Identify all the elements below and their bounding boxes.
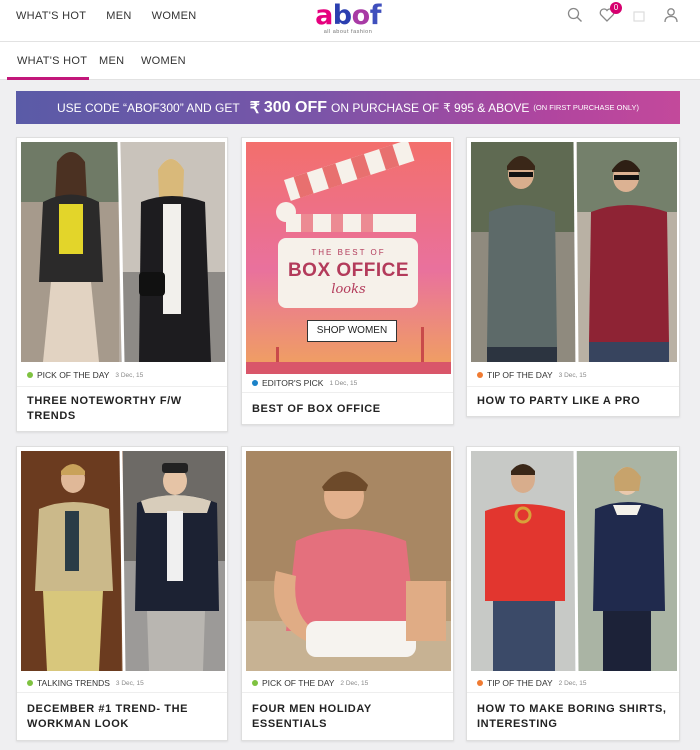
category-dot-icon <box>27 372 33 378</box>
art-line-1: THE BEST OF <box>311 248 386 257</box>
site-header: WHAT'S HOT MEN WOMEN abof all about fash… <box>0 0 700 42</box>
article-title[interactable]: HOW TO PARTY LIKE A PRO <box>477 394 669 409</box>
article-image <box>21 451 225 671</box>
article-card[interactable]: TIP OF THE DAY 3 Dec, 15 HOW TO PARTY LI… <box>466 137 680 417</box>
wishlist-count-badge: 0 <box>610 2 622 14</box>
article-date: 3 Dec, 15 <box>558 371 587 379</box>
user-icon[interactable] <box>662 6 680 24</box>
category-dot-icon <box>477 680 483 686</box>
article-image <box>21 142 225 362</box>
promo-banner[interactable]: USE CODE “ABOF300” AND GET ₹ 300 OFF ON … <box>16 91 680 124</box>
article-tag: TIP OF THE DAY <box>487 370 553 380</box>
promo-text-1: USE CODE “ABOF300” AND GET <box>57 100 240 115</box>
article-title[interactable]: HOW TO MAKE BORING SHIRTS, INTERESTING <box>477 702 669 732</box>
article-image <box>246 451 451 671</box>
section-tabs: WHAT'S HOT MEN WOMEN <box>0 42 700 80</box>
category-dot-icon <box>27 680 33 686</box>
article-tag: TALKING TRENDS <box>37 678 110 688</box>
article-date: 1 Dec, 15 <box>329 379 358 387</box>
nav-men[interactable]: MEN <box>106 10 131 22</box>
article-title[interactable]: DECEMBER #1 TREND- THE WORKMAN LOOK <box>27 702 217 732</box>
active-tab-indicator <box>7 77 89 80</box>
article-card[interactable]: TALKING TRENDS 3 Dec, 15 DECEMBER #1 TRE… <box>16 446 228 741</box>
search-icon[interactable] <box>566 6 584 24</box>
article-image: THE BEST OF BOX OFFICE looks SHOP WOMEN <box>246 142 451 374</box>
promo-threshold: ₹ 995 & ABOVE <box>443 100 530 115</box>
article-card[interactable]: PICK OF THE DAY 2 Dec, 15 FOUR MEN HOLID… <box>241 446 454 741</box>
article-tag: EDITOR'S PICK <box>262 378 324 388</box>
article-tag: PICK OF THE DAY <box>262 678 335 688</box>
article-title[interactable]: THREE NOTEWORTHY F/W TRENDS <box>27 394 217 424</box>
article-date: 3 Dec, 15 <box>115 679 144 687</box>
category-dot-icon <box>252 680 258 686</box>
article-date: 2 Dec, 15 <box>340 679 369 687</box>
article-tag: PICK OF THE DAY <box>37 370 110 380</box>
category-dot-icon <box>477 372 483 378</box>
tab-men[interactable]: MEN <box>99 55 124 67</box>
promo-text-2: ON PURCHASE OF <box>331 100 440 115</box>
article-card[interactable]: PICK OF THE DAY 3 Dec, 15 THREE NOTEWORT… <box>16 137 228 432</box>
shop-women-button[interactable]: SHOP WOMEN <box>307 320 397 342</box>
wishlist-heart-icon[interactable]: 0 <box>598 2 622 24</box>
nav-women[interactable]: WOMEN <box>152 10 197 22</box>
art-line-2: BOX OFFICE <box>287 260 410 281</box>
article-image <box>471 142 677 362</box>
article-date: 2 Dec, 15 <box>558 679 587 687</box>
category-dot-icon <box>252 380 258 386</box>
article-date: 3 Dec, 15 <box>115 371 144 379</box>
abof-logo[interactable]: abof all about fashion <box>312 2 384 36</box>
tab-women[interactable]: WOMEN <box>141 55 186 67</box>
article-card[interactable]: TIP OF THE DAY 2 Dec, 15 HOW TO MAKE BOR… <box>466 446 680 741</box>
article-image <box>471 451 677 671</box>
tab-whats-hot[interactable]: WHAT'S HOT <box>17 55 87 67</box>
art-line-3: looks <box>331 282 366 297</box>
promo-amount: 300 OFF <box>263 98 328 116</box>
article-title[interactable]: FOUR MEN HOLIDAY ESSENTIALS <box>252 702 443 732</box>
promo-note: (ON FIRST PURCHASE ONLY) <box>533 103 639 112</box>
bag-icon[interactable] <box>630 6 648 24</box>
article-title[interactable]: BEST OF BOX OFFICE <box>252 402 443 417</box>
top-nav: WHAT'S HOT MEN WOMEN <box>16 10 197 22</box>
nav-whats-hot[interactable]: WHAT'S HOT <box>16 10 86 22</box>
article-tag: TIP OF THE DAY <box>487 678 553 688</box>
rupee-symbol: ₹ <box>249 99 260 117</box>
article-card[interactable]: THE BEST OF BOX OFFICE looks SHOP WOMEN … <box>241 137 454 425</box>
